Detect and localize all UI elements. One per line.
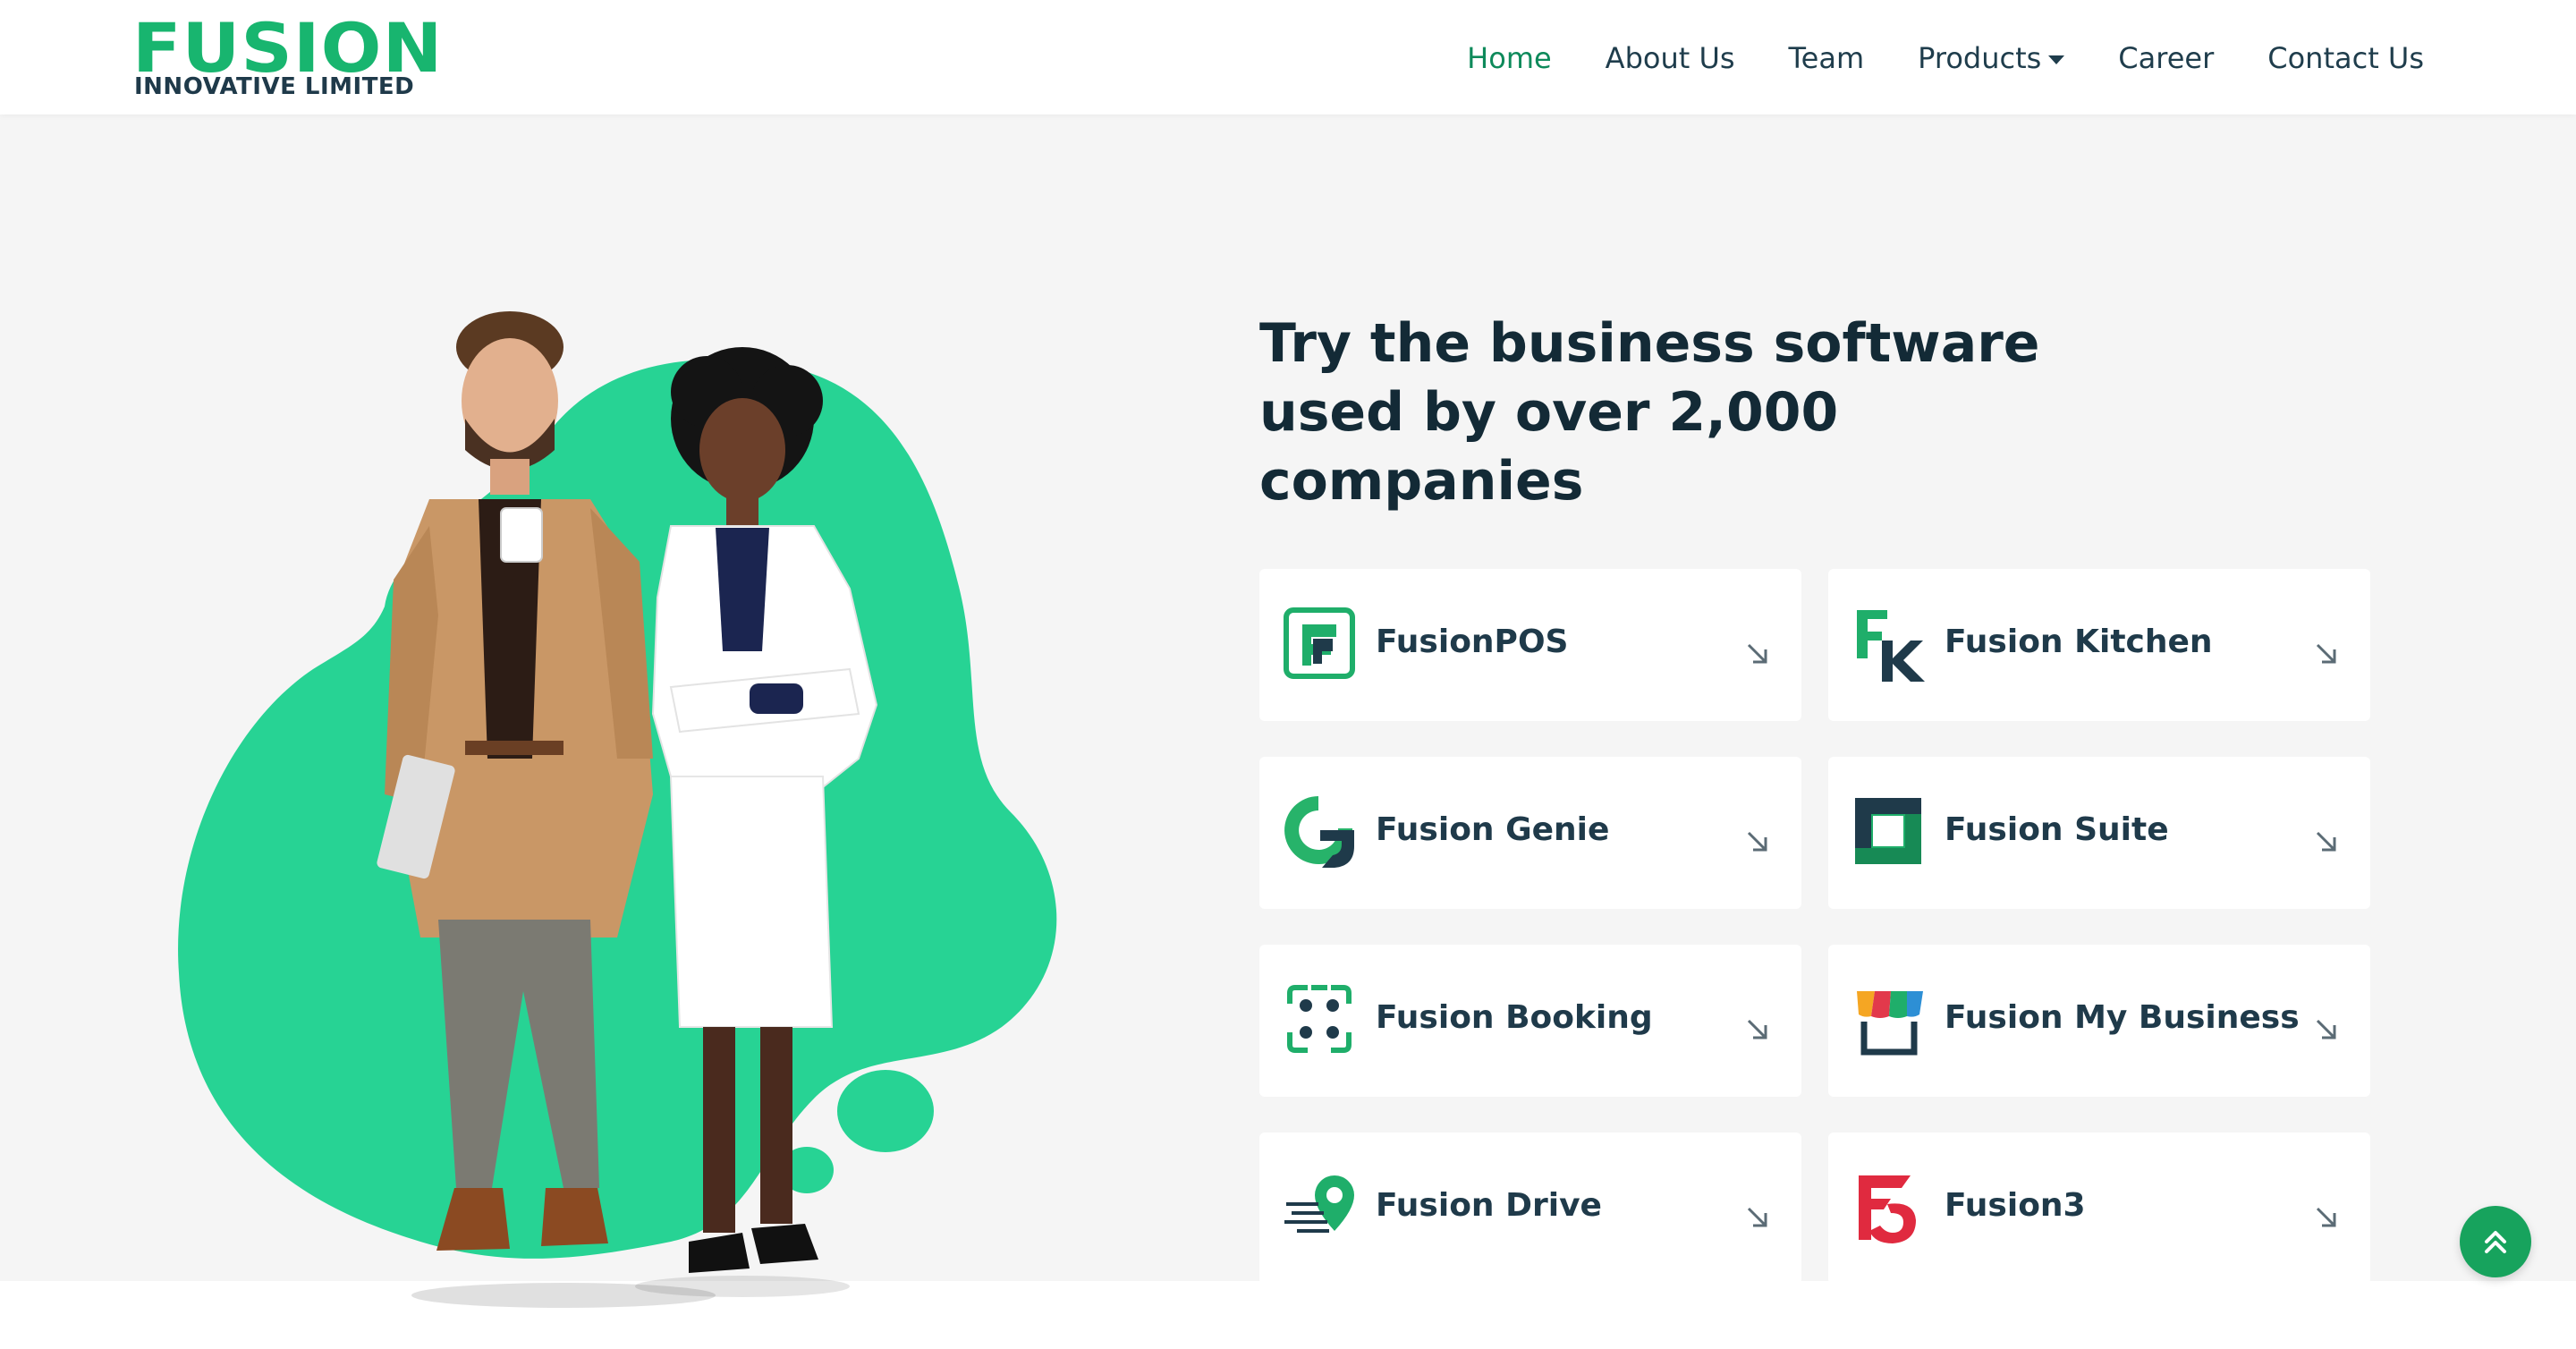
nav-contact-us[interactable]: Contact Us [2267, 41, 2424, 75]
hero-section: Try the business software used by over 2… [0, 115, 2576, 1308]
product-card-fusionpos[interactable]: FusionPOS [1259, 569, 1801, 721]
caret-down-icon [2048, 55, 2065, 64]
nav-home-label: Home [1467, 41, 1552, 75]
arrow-down-right-icon [1747, 643, 1767, 664]
arrow-down-right-icon [2316, 1019, 2336, 1039]
product-label: Fusion3 [1945, 1187, 2086, 1224]
fusion-drive-icon [1284, 1175, 1354, 1233]
nav-home[interactable]: Home [1467, 41, 1552, 75]
nav-team-label: Team [1788, 41, 1865, 75]
fusion-suite-icon [1855, 798, 1921, 864]
hero-illustration [178, 311, 1057, 1308]
arrow-down-right-icon [1747, 1019, 1767, 1039]
product-label: Fusion Kitchen [1945, 624, 2213, 660]
product-card-fusion-my-business[interactable]: Fusion My Business [1828, 945, 2370, 1097]
product-label: Fusion Genie [1376, 811, 1610, 848]
arrow-down-right-icon [2316, 643, 2336, 664]
nav-career[interactable]: Career [2118, 41, 2214, 75]
arrow-down-right-icon [1747, 831, 1767, 852]
main-nav: Home About Us Team Products Career Conta… [1413, 36, 2424, 81]
arrow-down-right-icon [1747, 1207, 1767, 1227]
nav-contact-us-label: Contact Us [2267, 41, 2424, 75]
product-card-fusion-genie[interactable]: Fusion Genie [1259, 757, 1801, 909]
site-header: FUSION INNOVATIVE LIMITED Home About Us … [0, 0, 2576, 115]
nav-career-label: Career [2118, 41, 2215, 75]
nav-products[interactable]: Products [1918, 41, 2065, 75]
nav-about-us-label: About Us [1605, 41, 1735, 75]
green-dot-large [837, 1070, 934, 1152]
product-label: Fusion Booking [1376, 999, 1653, 1036]
brand-name: FUSION [132, 8, 444, 88]
brand-logo[interactable]: FUSION INNOVATIVE LIMITED [132, 14, 442, 101]
fusion-my-business-icon [1857, 991, 1923, 1056]
product-label: Fusion My Business [1945, 999, 2300, 1036]
product-card-fusion-kitchen[interactable]: Fusion Kitchen [1828, 569, 2370, 721]
fusionpos-icon [1284, 607, 1355, 679]
product-card-fusion3[interactable]: Fusion3 [1828, 1133, 2370, 1285]
fusion3-icon [1859, 1175, 1916, 1243]
arrow-down-right-icon [2316, 831, 2336, 852]
product-label: FusionPOS [1376, 624, 1569, 660]
product-label: Fusion Drive [1376, 1187, 1602, 1224]
arrow-down-right-icon [2316, 1207, 2336, 1227]
product-card-fusion-drive[interactable]: Fusion Drive [1259, 1133, 1801, 1285]
brand-tagline: INNOVATIVE LIMITED [134, 73, 415, 100]
product-card-fusion-booking[interactable]: Fusion Booking [1259, 945, 1801, 1097]
fusion-genie-icon [1284, 796, 1354, 868]
fusion-booking-icon [1287, 985, 1352, 1053]
nav-about-us[interactable]: About Us [1606, 41, 1735, 75]
product-label: Fusion Suite [1945, 811, 2169, 848]
nav-team[interactable]: Team [1789, 41, 1865, 75]
product-card-fusion-suite[interactable]: Fusion Suite [1828, 757, 2370, 909]
hero-headline: Try the business software used by over 2… [1259, 312, 2040, 513]
nav-products-label: Products [1918, 41, 2042, 75]
fusion-kitchen-icon [1857, 610, 1925, 682]
scroll-to-top-button[interactable] [2460, 1206, 2531, 1277]
double-chevron-up-icon [2485, 1231, 2506, 1253]
